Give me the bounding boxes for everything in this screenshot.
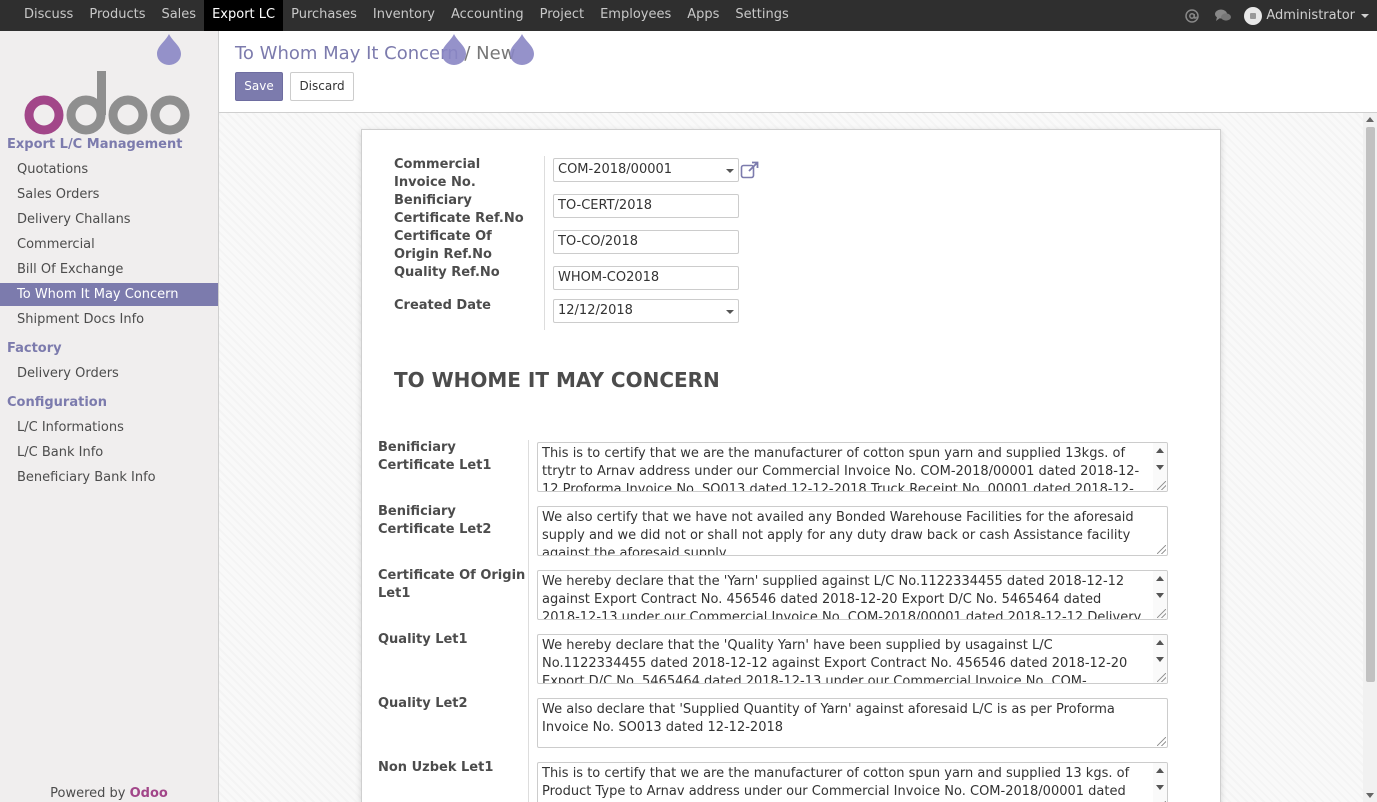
marker-drop-icon: [442, 34, 466, 65]
menu-discuss[interactable]: Discuss: [16, 0, 81, 31]
sidebar-item-delivery-orders[interactable]: Delivery Orders: [0, 362, 218, 385]
menu-purchases[interactable]: Purchases: [283, 0, 365, 31]
section-factory: Factory: [7, 341, 62, 356]
form-sheet: Commercial Invoice No. COM-2018/00001 Be…: [361, 129, 1221, 802]
menu-employees[interactable]: Employees: [592, 0, 679, 31]
sidebar-item-lc-bank-info[interactable]: L/C Bank Info: [0, 441, 218, 464]
sidebar-item-lc-informations[interactable]: L/C Informations: [0, 416, 218, 439]
quality-ref-input[interactable]: WHOM-CO2018: [553, 266, 739, 290]
sidebar-item-bill-of-exchange[interactable]: Bill Of Exchange: [0, 258, 218, 281]
marker-drop-icon: [510, 34, 534, 65]
scroll-up-icon[interactable]: [1366, 117, 1374, 122]
app-menu: Discuss Products Sales Export LC Purchas…: [16, 0, 797, 31]
sidebar-item-to-whom-it-may-concern[interactable]: To Whom It May Concern: [0, 283, 218, 306]
field-divider: [544, 156, 545, 330]
page-scrollbar[interactable]: [1363, 113, 1377, 802]
control-panel: To Whom May It Concern / New Save Discar…: [219, 31, 1377, 113]
resize-handle-icon[interactable]: [1157, 737, 1166, 746]
scroll-thumb[interactable]: [1366, 127, 1375, 682]
menu-inventory[interactable]: Inventory: [365, 0, 443, 31]
beneficiary-cert-let2-textarea[interactable]: We also certify that we have not availed…: [537, 506, 1168, 556]
discard-button[interactable]: Discard: [290, 72, 354, 101]
sidebar-item-shipment-docs-info[interactable]: Shipment Docs Info: [0, 308, 218, 331]
letter-label: Benificiary Certificate Let2: [378, 504, 492, 537]
letters-divider: [528, 440, 529, 802]
beneficiary-cert-ref-label: Benificiary Certificate Ref.No: [394, 193, 524, 226]
letter-text: We hereby declare that the 'Yarn' suppli…: [542, 574, 1142, 620]
quality-let2-textarea[interactable]: We also declare that 'Supplied Quantity …: [537, 698, 1168, 748]
sidebar-item-beneficiary-bank-info[interactable]: Beneficiary Bank Info: [0, 466, 218, 489]
save-button[interactable]: Save: [235, 72, 283, 101]
resize-handle-icon[interactable]: [1157, 481, 1166, 490]
menu-settings[interactable]: Settings: [727, 0, 796, 31]
section-configuration: Configuration: [7, 395, 107, 410]
menu-products[interactable]: Products: [81, 0, 153, 31]
resize-handle-icon[interactable]: [1157, 609, 1166, 618]
letter-label: Quality Let1: [378, 632, 468, 647]
chevron-down-icon: [726, 169, 734, 173]
non-uzbek-let1-textarea[interactable]: This is to certify that we are the manuf…: [537, 762, 1168, 802]
letter-label: Quality Let2: [378, 696, 468, 711]
letter-label: Benificiary Certificate Let1: [378, 440, 492, 473]
commercial-invoice-value: COM-2018/00001: [558, 162, 673, 177]
created-date-picker[interactable]: 12/12/2018: [553, 299, 739, 323]
sidebar-item-sales-orders[interactable]: Sales Orders: [0, 183, 218, 206]
scroll-down-icon[interactable]: [1366, 793, 1374, 798]
quality-let1-textarea[interactable]: We hereby declare that the 'Quality Yarn…: [537, 634, 1168, 684]
sidebar-item-commercial[interactable]: Commercial: [0, 233, 218, 256]
section-export-lc-management: Export L/C Management: [7, 137, 183, 152]
quality-ref-label: Quality Ref.No: [394, 265, 500, 280]
mention-icon[interactable]: [1184, 8, 1200, 24]
textarea-scrollbar[interactable]: [1153, 763, 1167, 802]
letter-text: This is to certify that we are the manuf…: [542, 446, 1140, 492]
breadcrumb: To Whom May It Concern / New: [235, 43, 515, 64]
systray: Administrator: [1170, 0, 1369, 31]
user-menu[interactable]: Administrator: [1244, 6, 1369, 25]
sidebar-item-delivery-challans[interactable]: Delivery Challans: [0, 208, 218, 231]
letter-label: Certificate Of Origin Let1: [378, 568, 526, 601]
chat-icon[interactable]: [1214, 8, 1232, 24]
powered-by-link[interactable]: Odoo: [130, 786, 168, 801]
external-link-icon[interactable]: [740, 161, 760, 179]
sidebar: Export L/C Management Quotations Sales O…: [0, 31, 219, 802]
menu-project[interactable]: Project: [532, 0, 592, 31]
resize-handle-icon[interactable]: [1157, 545, 1166, 554]
menu-apps[interactable]: Apps: [679, 0, 727, 31]
form-view: Commercial Invoice No. COM-2018/00001 Be…: [219, 113, 1377, 802]
commercial-invoice-label: Commercial Invoice No.: [394, 157, 481, 190]
odoo-logo[interactable]: [24, 61, 194, 141]
letter-text: We hereby declare that the 'Quality Yarn…: [542, 638, 1128, 684]
avatar: [1244, 6, 1263, 25]
powered-by: Powered by Odoo: [0, 786, 218, 801]
letter-text: We also declare that 'Supplied Quantity …: [542, 702, 1115, 735]
menu-accounting[interactable]: Accounting: [443, 0, 532, 31]
top-navbar: Discuss Products Sales Export LC Purchas…: [0, 0, 1377, 31]
marker-drop-icon: [157, 34, 181, 65]
origin-cert-let1-textarea[interactable]: We hereby declare that the 'Yarn' suppli…: [537, 570, 1168, 620]
breadcrumb-parent[interactable]: To Whom May It Concern: [235, 43, 459, 64]
menu-export-lc[interactable]: Export LC: [204, 0, 284, 31]
menu-sales[interactable]: Sales: [153, 0, 204, 31]
chevron-down-icon: [1361, 13, 1369, 18]
beneficiary-cert-let1-textarea[interactable]: This is to certify that we are the manuf…: [537, 442, 1168, 492]
origin-cert-ref-input[interactable]: TO-CO/2018: [553, 230, 739, 254]
sidebar-item-quotations[interactable]: Quotations: [0, 158, 218, 181]
letter-text: This is to certify that we are the manuf…: [542, 766, 1130, 799]
origin-cert-ref-label: Certificate Of Origin Ref.No: [394, 229, 492, 262]
letter-text: We also certify that we have not availed…: [542, 510, 1134, 556]
beneficiary-cert-ref-input[interactable]: TO-CERT/2018: [553, 194, 739, 218]
user-name: Administrator: [1266, 8, 1355, 23]
section-heading: TO WHOME IT MAY CONCERN: [394, 368, 720, 392]
chevron-down-icon: [726, 310, 734, 314]
resize-handle-icon[interactable]: [1157, 673, 1166, 682]
powered-by-text: Powered by: [50, 786, 130, 801]
commercial-invoice-select[interactable]: COM-2018/00001: [553, 158, 739, 182]
created-date-label: Created Date: [394, 298, 491, 313]
letter-label: Non Uzbek Let1: [378, 760, 494, 775]
created-date-value: 12/12/2018: [558, 303, 633, 318]
